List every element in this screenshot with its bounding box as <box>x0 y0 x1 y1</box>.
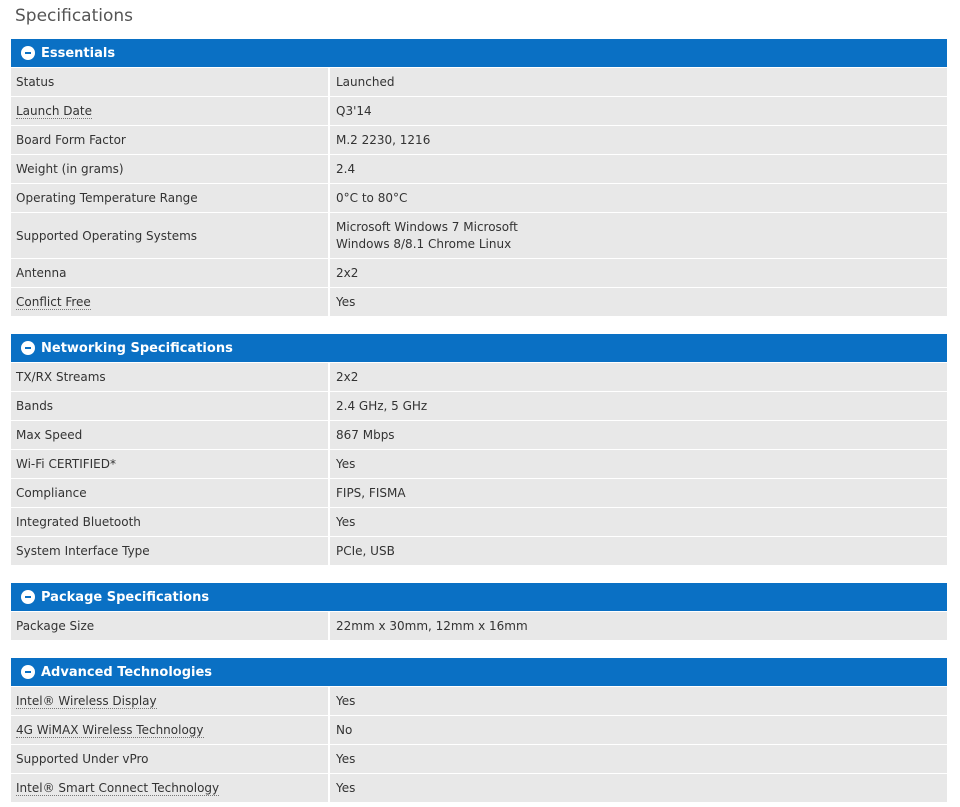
spec-row: Conflict Free Yes <box>11 288 947 316</box>
section-title: Advanced Technologies <box>41 664 213 680</box>
spec-label: Board Form Factor <box>11 126 328 154</box>
spec-value: PCIe, USB <box>330 537 947 565</box>
spec-label-text: Max Speed <box>16 428 83 442</box>
spec-value: Microsoft Windows 7 Microsoft Windows 8/… <box>330 213 947 258</box>
spec-label-tooltip-link[interactable]: 4G WiMAX Wireless Technology <box>16 723 204 738</box>
spec-value-line: Microsoft Windows 7 Microsoft <box>336 219 518 234</box>
section-package: Package Specifications Package Size 22mm… <box>11 583 947 640</box>
spec-label: Operating Temperature Range <box>11 184 328 212</box>
spec-label-tooltip-link[interactable]: Intel® Wireless Display <box>16 694 157 709</box>
spec-label-tooltip-link[interactable]: Intel® Smart Connect Technology <box>16 781 220 796</box>
section-essentials: Essentials Status Launched Launch Date Q… <box>11 39 947 316</box>
spec-label-text: Operating Temperature Range <box>16 191 198 205</box>
section-header-essentials[interactable]: Essentials <box>11 39 947 67</box>
spec-label-text: Integrated Bluetooth <box>16 515 141 529</box>
spec-row: Package Size 22mm x 30mm, 12mm x 16mm <box>11 612 947 640</box>
spec-value: Q3'14 <box>330 97 947 125</box>
spec-label: Launch Date <box>11 97 328 125</box>
spec-label: Wi-Fi CERTIFIED* <box>11 450 328 478</box>
spec-value: Yes <box>330 508 947 536</box>
spec-label-text: Supported Under vPro <box>16 752 149 766</box>
spec-value: 867 Mbps <box>330 421 947 449</box>
section-networking: Networking Specifications TX/RX Streams … <box>11 334 947 565</box>
spec-row: Antenna 2x2 <box>11 259 947 287</box>
spec-label: Max Speed <box>11 421 328 449</box>
spec-label: System Interface Type <box>11 537 328 565</box>
spec-value-line: Windows 8/8.1 Chrome Linux <box>336 236 512 251</box>
spec-label: Conflict Free <box>11 288 328 316</box>
spec-label-text: Weight (in grams) <box>16 162 124 176</box>
spec-value: Yes <box>330 774 947 802</box>
spec-label: Supported Operating Systems <box>11 213 328 258</box>
spec-row: Launch Date Q3'14 <box>11 97 947 125</box>
section-header-networking[interactable]: Networking Specifications <box>11 334 947 362</box>
spec-label: Weight (in grams) <box>11 155 328 183</box>
spec-value: Yes <box>330 288 947 316</box>
spec-label: Status <box>11 68 328 96</box>
spec-label-text: Board Form Factor <box>16 133 126 147</box>
section-title: Essentials <box>41 45 116 61</box>
spec-label-tooltip-link[interactable]: Launch Date <box>16 104 92 119</box>
spec-value: Yes <box>330 745 947 773</box>
collapse-minus-icon[interactable] <box>21 46 35 60</box>
spec-label-tooltip-link[interactable]: Conflict Free <box>16 295 91 310</box>
spec-label: Integrated Bluetooth <box>11 508 328 536</box>
section-header-package[interactable]: Package Specifications <box>11 583 947 611</box>
spec-value: 2.4 GHz, 5 GHz <box>330 392 947 420</box>
spec-label: TX/RX Streams <box>11 363 328 391</box>
spec-row: Bands 2.4 GHz, 5 GHz <box>11 392 947 420</box>
spec-row: Weight (in grams) 2.4 <box>11 155 947 183</box>
spec-label: Intel® Smart Connect Technology <box>11 774 328 802</box>
spec-label-text: Wi-Fi CERTIFIED* <box>16 457 117 471</box>
spec-label-text: Antenna <box>16 266 67 280</box>
spec-value: FIPS, FISMA <box>330 479 947 507</box>
spec-value: Launched <box>330 68 947 96</box>
spec-row: System Interface Type PCIe, USB <box>11 537 947 565</box>
spec-row: Integrated Bluetooth Yes <box>11 508 947 536</box>
spec-row: Board Form Factor M.2 2230, 1216 <box>11 126 947 154</box>
spec-value: M.2 2230, 1216 <box>330 126 947 154</box>
spec-row: Supported Under vPro Yes <box>11 745 947 773</box>
spec-label: Bands <box>11 392 328 420</box>
page-title: Specifications <box>15 6 134 26</box>
collapse-minus-icon[interactable] <box>21 665 35 679</box>
spec-label: Compliance <box>11 479 328 507</box>
spec-value: Yes <box>330 450 947 478</box>
section-advanced: Advanced Technologies Intel® Wireless Di… <box>11 658 947 802</box>
spec-row: Compliance FIPS, FISMA <box>11 479 947 507</box>
spec-label: 4G WiMAX Wireless Technology <box>11 716 328 744</box>
spec-value: 2x2 <box>330 363 947 391</box>
spec-value: 22mm x 30mm, 12mm x 16mm <box>330 612 947 640</box>
spec-value: 2.4 <box>330 155 947 183</box>
spec-value: 2x2 <box>330 259 947 287</box>
spec-label: Supported Under vPro <box>11 745 328 773</box>
spec-row: Status Launched <box>11 68 947 96</box>
spec-row: 4G WiMAX Wireless Technology No <box>11 716 947 744</box>
spec-label-text: TX/RX Streams <box>16 370 106 384</box>
section-header-advanced[interactable]: Advanced Technologies <box>11 658 947 686</box>
collapse-minus-icon[interactable] <box>21 341 35 355</box>
spec-row: TX/RX Streams 2x2 <box>11 363 947 391</box>
spec-label-text: Status <box>16 75 55 89</box>
spec-label-text: Supported Operating Systems <box>16 228 198 243</box>
spec-label-text: Package Size <box>16 619 95 633</box>
spec-value: Yes <box>330 687 947 715</box>
spec-row: Supported Operating Systems Microsoft Wi… <box>11 213 947 258</box>
spec-label: Antenna <box>11 259 328 287</box>
spec-label-text: Compliance <box>16 486 87 500</box>
spec-row: Max Speed 867 Mbps <box>11 421 947 449</box>
spec-row: Intel® Smart Connect Technology Yes <box>11 774 947 802</box>
spec-value: No <box>330 716 947 744</box>
section-title: Package Specifications <box>41 589 210 605</box>
spec-row: Intel® Wireless Display Yes <box>11 687 947 715</box>
spec-row: Wi-Fi CERTIFIED* Yes <box>11 450 947 478</box>
spec-label-text: System Interface Type <box>16 544 150 558</box>
spec-label-text: Bands <box>16 399 54 413</box>
spec-label: Intel® Wireless Display <box>11 687 328 715</box>
collapse-minus-icon[interactable] <box>21 590 35 604</box>
spec-value: 0°C to 80°C <box>330 184 947 212</box>
section-title: Networking Specifications <box>41 340 233 356</box>
spec-row: Operating Temperature Range 0°C to 80°C <box>11 184 947 212</box>
spec-label: Package Size <box>11 612 328 640</box>
